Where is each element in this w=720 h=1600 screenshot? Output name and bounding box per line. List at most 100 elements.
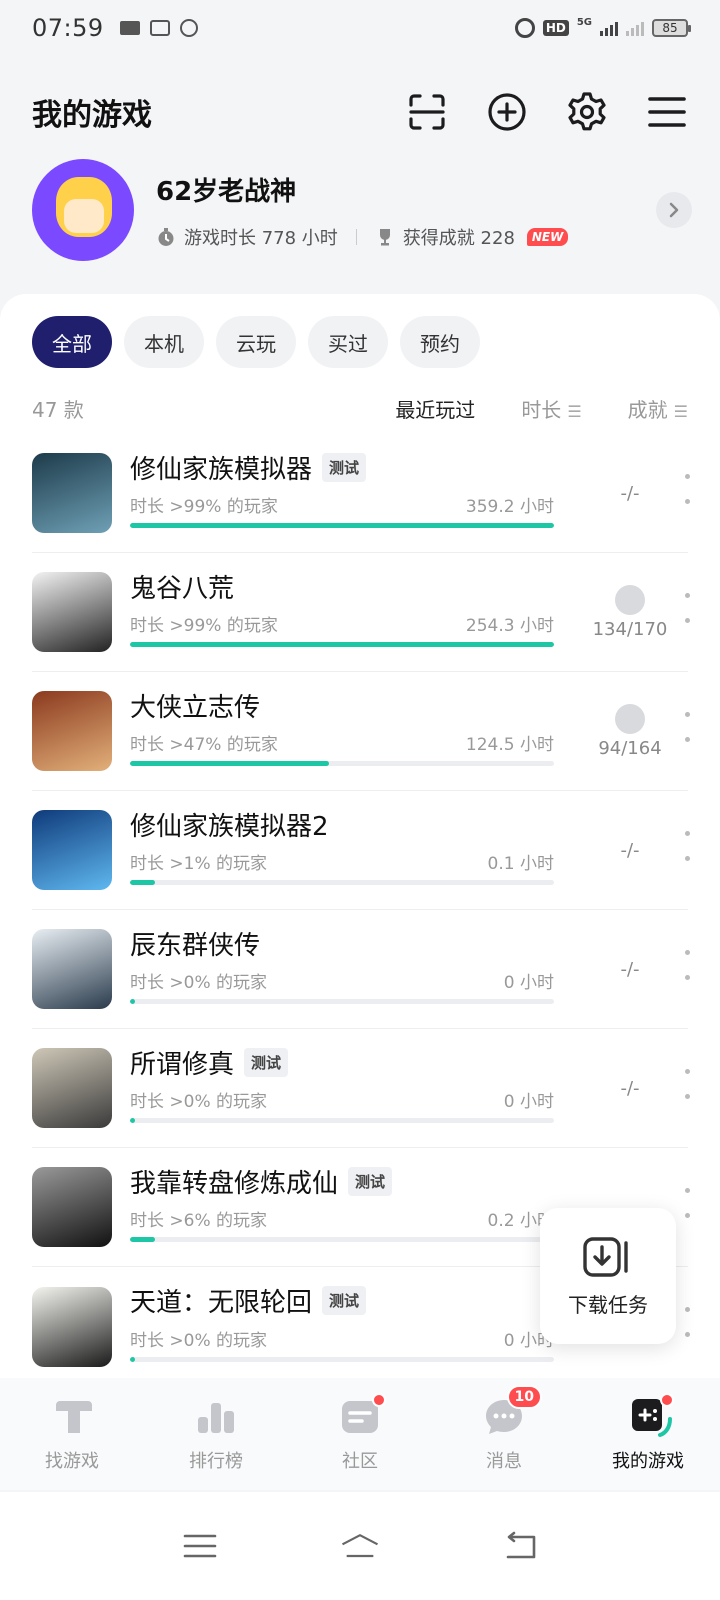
bottom-nav: 找游戏 排行榜 社区 10 消息 我的游戏 [0, 1378, 720, 1490]
game-icon[interactable] [32, 691, 112, 771]
more-dot [684, 474, 690, 479]
nav-label: 社区 [342, 1451, 378, 1472]
profile-section[interactable]: 62岁老战神 游戏时长 778 小时 获得成就 228 NEW [32, 158, 692, 262]
filter-chip[interactable]: 全部 [32, 316, 112, 368]
game-title: 修仙家族模拟器2 [130, 811, 329, 842]
5g-icon: 5G [576, 16, 592, 28]
scan-button[interactable] [406, 91, 448, 133]
add-icon [488, 93, 526, 131]
more-options-button[interactable] [682, 1188, 692, 1218]
profile-stats: 游戏时长 778 小时 获得成就 228 NEW [156, 224, 656, 250]
game-icon[interactable] [32, 1167, 112, 1247]
sort-recent-button[interactable]: 最近玩过 [395, 394, 475, 423]
game-info: 我靠转盘修炼成仙 测试 时长 >6% 的玩家 0.2 小时 [130, 1162, 554, 1252]
achievement-progress: -/- [588, 434, 672, 553]
stopwatch-icon [158, 227, 174, 246]
game-title-row: 天道：无限轮回 测试 [130, 1282, 554, 1320]
recents-button[interactable] [180, 1526, 220, 1566]
filter-chip[interactable]: 本机 [124, 316, 204, 368]
status-time: 07:59 [32, 14, 104, 42]
more-options-button[interactable] [682, 1307, 692, 1337]
nav-label: 消息 [486, 1451, 522, 1472]
status-notification-icons [119, 19, 198, 37]
playtime-progress-bar [130, 761, 554, 766]
game-icon[interactable] [32, 572, 112, 652]
beta-tag: 测试 [322, 452, 367, 482]
game-row[interactable]: 大侠立志传 时长 >47% 的玩家 124.5 小时 94/164 [32, 672, 690, 791]
nav-community[interactable]: 社区 [288, 1378, 432, 1490]
more-options-button[interactable] [682, 831, 692, 861]
sort-achievement-button[interactable]: 成就 ☰ [628, 394, 688, 423]
download-tasks-button[interactable]: 下载任务 [540, 1208, 676, 1344]
more-options-button[interactable] [682, 712, 692, 742]
playtime-progress-bar [130, 1237, 554, 1242]
game-title: 鬼谷八荒 [130, 573, 235, 604]
game-stats: 时长 >1% 的玩家 0.1 小时 [130, 849, 554, 874]
game-stats: 时长 >6% 的玩家 0.2 小时 [130, 1206, 554, 1231]
game-info: 修仙家族模拟器2 时长 >1% 的玩家 0.1 小时 [130, 805, 554, 895]
profile-arrow-button[interactable] [656, 192, 692, 228]
list-header: 47 款 最近玩过 时长 ☰ 成就 ☰ [32, 392, 688, 424]
game-icon[interactable] [32, 929, 112, 1009]
game-title-row: 修仙家族模拟器2 [130, 805, 554, 843]
avatar[interactable] [32, 159, 134, 261]
game-icon[interactable] [32, 810, 112, 890]
game-icon[interactable] [32, 1048, 112, 1128]
game-icon[interactable] [32, 1286, 112, 1367]
more-options-button[interactable] [682, 593, 692, 623]
more-options-button[interactable] [682, 474, 692, 504]
sort-time-button[interactable]: 时长 ☰ [521, 394, 581, 423]
filter-chip[interactable]: 买过 [308, 316, 388, 368]
game-stats: 时长 >47% 的玩家 124.5 小时 [130, 730, 554, 755]
new-badge: NEW [526, 227, 569, 246]
download-tasks-label: 下载任务 [568, 1292, 648, 1317]
menu-button[interactable] [646, 91, 688, 133]
game-row[interactable]: 所谓修真 测试 时长 >0% 的玩家 0 小时 -/- [32, 1029, 690, 1148]
more-dot [684, 975, 690, 980]
more-options-button[interactable] [682, 950, 692, 980]
nav-leaderboard[interactable]: 排行榜 [144, 1378, 288, 1490]
playtime-progress-fill [130, 642, 554, 647]
playtime-percentile: 时长 >1% 的玩家 [130, 854, 268, 874]
game-info: 鬼谷八荒 时长 >99% 的玩家 254.3 小时 [130, 567, 554, 657]
back-button[interactable] [500, 1526, 540, 1566]
achievement-progress: 134/170 [588, 553, 672, 672]
achievement-count: -/- [620, 1078, 640, 1099]
header: 我的游戏 [32, 80, 688, 144]
game-row[interactable]: 修仙家族模拟器2 时长 >1% 的玩家 0.1 小时 -/- [32, 791, 690, 910]
hd-icon: HD [542, 20, 569, 36]
game-icon[interactable] [32, 453, 112, 533]
trophy-icon [379, 228, 390, 245]
nav-messages[interactable]: 10 消息 [432, 1378, 576, 1490]
filter-chip[interactable]: 预约 [400, 316, 480, 368]
home-button[interactable] [340, 1526, 380, 1566]
game-row[interactable]: 修仙家族模拟器 测试 时长 >99% 的玩家 359.2 小时 -/- [32, 434, 690, 553]
nav-label: 我的游戏 [612, 1451, 684, 1472]
more-dot [684, 1307, 690, 1312]
playtime-progress-fill [130, 999, 136, 1004]
add-game-button[interactable] [486, 91, 528, 133]
more-options-button[interactable] [682, 1069, 692, 1099]
filter-chip[interactable]: 云玩 [216, 316, 296, 368]
playtime-progress-bar [130, 880, 554, 885]
menu-icon [183, 1534, 217, 1558]
settings-button[interactable] [566, 91, 608, 133]
leaderboard-icon [198, 1403, 234, 1433]
nav-find-games[interactable]: 找游戏 [0, 1378, 144, 1490]
playtime-progress-bar [130, 523, 554, 528]
achievement-count: 134/170 [592, 619, 668, 640]
game-row[interactable]: 辰东群侠传 时长 >0% 的玩家 0 小时 -/- [32, 910, 690, 1029]
more-dot [684, 1332, 690, 1337]
game-row[interactable]: 鬼谷八荒 时长 >99% 的玩家 254.3 小时 134/170 [32, 553, 690, 672]
nav-label: 排行榜 [189, 1451, 243, 1472]
game-title: 所谓修真 [130, 1049, 235, 1080]
game-count: 47 款 [32, 397, 84, 422]
more-dot [684, 1213, 690, 1218]
more-dot [684, 831, 690, 836]
game-info: 所谓修真 测试 时长 >0% 的玩家 0 小时 [130, 1043, 554, 1133]
achievement-progress: -/- [588, 791, 672, 910]
game-title: 大侠立志传 [130, 692, 261, 723]
playtime-progress-fill [130, 880, 156, 885]
nav-my-games[interactable]: 我的游戏 [576, 1378, 720, 1490]
playtime-percentile: 时长 >0% 的玩家 [130, 1092, 268, 1112]
